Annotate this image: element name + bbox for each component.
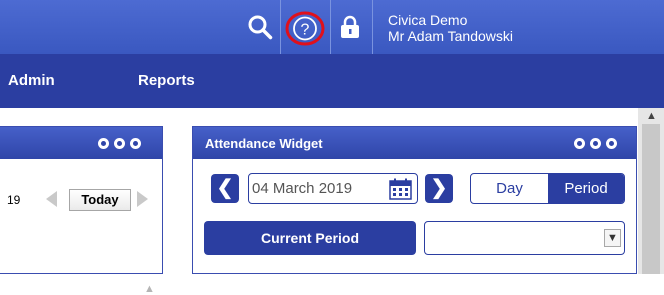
widget-header bbox=[0, 127, 162, 159]
widget-controls bbox=[574, 138, 617, 149]
refresh-icon[interactable] bbox=[114, 138, 125, 149]
date-label: 19 bbox=[7, 193, 21, 207]
scroll-up-icon[interactable]: ▲ bbox=[144, 283, 155, 295]
previous-icon[interactable] bbox=[46, 191, 57, 207]
search-icon[interactable] bbox=[247, 14, 273, 40]
chevron-down-icon[interactable]: ▼ bbox=[604, 229, 621, 247]
separator bbox=[372, 0, 373, 54]
today-button[interactable]: Today bbox=[69, 189, 131, 211]
user-info[interactable]: Civica Demo Mr Adam Tandowski bbox=[388, 12, 513, 44]
close-icon[interactable] bbox=[130, 138, 141, 149]
next-icon[interactable] bbox=[137, 191, 148, 207]
collapse-icon[interactable] bbox=[574, 138, 585, 149]
help-icon[interactable]: ? bbox=[285, 11, 325, 46]
lock-icon[interactable] bbox=[339, 15, 361, 39]
scroll-up-icon[interactable]: ▲ bbox=[646, 110, 657, 122]
nav-item-reports[interactable]: Reports bbox=[138, 72, 195, 89]
attendance-widget: Attendance Widget ❮ 04 March 2019 ❯ Day … bbox=[192, 126, 637, 274]
date-value: 04 March 2019 bbox=[252, 180, 353, 197]
day-view-button[interactable]: Day bbox=[471, 174, 548, 203]
previous-date-button[interactable]: ❮ bbox=[211, 174, 239, 203]
nav-item-admin[interactable]: Admin bbox=[8, 72, 55, 89]
period-view-button[interactable]: Period bbox=[548, 174, 624, 203]
scrollbar-thumb[interactable] bbox=[642, 124, 660, 274]
period-select[interactable]: ▼ bbox=[424, 221, 625, 255]
main-nav: Admin Reports bbox=[0, 54, 664, 108]
help-glyph: ? bbox=[301, 22, 310, 39]
widget-title: Attendance Widget bbox=[205, 136, 323, 151]
view-toggle: Day Period bbox=[470, 173, 625, 204]
page-scrollbar[interactable]: ▲ bbox=[638, 108, 664, 274]
refresh-icon[interactable] bbox=[590, 138, 601, 149]
organisation-name: Civica Demo bbox=[388, 12, 468, 28]
calendar-icon[interactable] bbox=[389, 178, 412, 200]
close-icon[interactable] bbox=[606, 138, 617, 149]
next-date-button[interactable]: ❯ bbox=[425, 174, 453, 203]
calendar-widget: 19 Today ▲ bbox=[0, 126, 163, 295]
current-period-button[interactable]: Current Period bbox=[204, 221, 416, 255]
dashboard-area: 19 Today ▲ Attendance Widget ❮ 04 March … bbox=[0, 108, 664, 295]
user-name: Mr Adam Tandowski bbox=[388, 28, 514, 44]
top-bar: ? Civica Demo Mr Adam Tandowski bbox=[0, 0, 664, 54]
separator bbox=[280, 0, 281, 54]
separator bbox=[330, 0, 331, 54]
collapse-icon[interactable] bbox=[98, 138, 109, 149]
widget-header: Attendance Widget bbox=[193, 127, 636, 159]
widget-controls bbox=[98, 138, 141, 149]
date-field[interactable]: 04 March 2019 bbox=[248, 173, 418, 204]
